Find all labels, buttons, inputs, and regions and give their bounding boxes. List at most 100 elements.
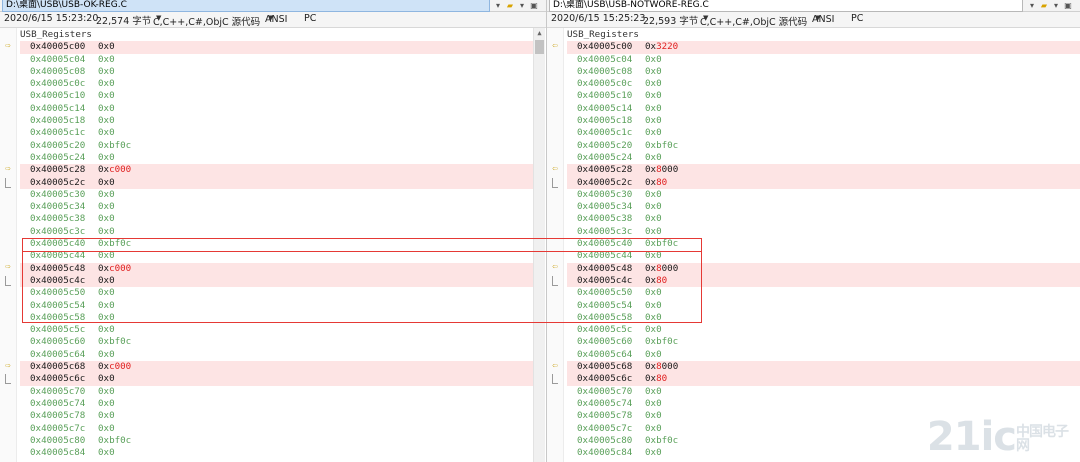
code-line: 0x40005c18 0x0 — [567, 115, 1080, 127]
register-address: 0x40005c0c — [30, 78, 86, 90]
register-value: 0x0 — [98, 188, 115, 200]
right-file-path[interactable]: D:\桌面\USB\USB-NOTWORE-REG.C — [549, 0, 1023, 12]
code-line: 0x40005c20 0xbf0c — [567, 140, 1080, 152]
diff-bracket-icon — [552, 177, 558, 188]
register-value: 0x0 — [645, 410, 662, 422]
diff-arrow-icon[interactable]: ⇦ — [549, 361, 561, 371]
register-address: 0x40005c28 — [30, 164, 86, 176]
register-value: 0x0 — [98, 65, 115, 77]
diff-arrow-icon[interactable]: ⇨ — [2, 262, 14, 272]
code-line: 0x40005c60 0xbf0c — [20, 336, 534, 348]
left-gutter — [0, 28, 17, 462]
left-file-size: 22,574 字节 — [96, 16, 152, 27]
register-address: 0x40005c78 — [30, 410, 86, 422]
code-line: 0x40005c74 0x0 — [20, 398, 534, 410]
left-scroll-thumb[interactable] — [535, 40, 544, 54]
register-address: 0x40005c7c — [577, 422, 633, 434]
register-value: 0xc000 — [98, 164, 132, 176]
code-line: 0x40005c38 0x0 — [20, 213, 534, 225]
register-address: 0x40005c0c — [577, 78, 633, 90]
code-line: 0x40005c34 0x0 — [567, 201, 1080, 213]
register-address: 0x40005c20 — [577, 139, 633, 151]
folder-icon[interactable]: ▰ — [1039, 1, 1049, 11]
register-address: 0x40005c74 — [30, 397, 86, 409]
code-line: 0x40005c08 0x0 — [567, 66, 1080, 78]
register-address: 0x40005c60 — [30, 336, 86, 348]
register-value: 0x0 — [98, 213, 115, 225]
diff-arrow-icon[interactable]: ⇨ — [2, 361, 14, 371]
annotation-box-upper — [22, 238, 702, 252]
code-line: 0x40005c64 0x0 — [20, 349, 534, 361]
register-address: 0x40005c10 — [577, 90, 633, 102]
code-line: 0x40005c6c 0x0 — [20, 373, 534, 386]
register-address: 0x40005c80 — [577, 434, 633, 446]
code-line: 0x40005c14 0x0 — [567, 103, 1080, 115]
register-value: 0x80 — [645, 176, 668, 188]
register-address: 0x40005c7c — [30, 422, 86, 434]
left-file-path[interactable]: D:\桌面\USB\USB-OK-REG.C — [2, 0, 490, 12]
save-icon[interactable]: ▣ — [1063, 1, 1073, 11]
right-info-bar: 2020/6/15 15:25:23 22,593 字节 C,C++,C#,Ob… — [547, 12, 1080, 28]
scroll-up-icon[interactable]: ▲ — [535, 29, 544, 38]
diff-arrow-icon[interactable]: ⇨ — [2, 41, 14, 51]
register-value: 0x0 — [98, 373, 115, 385]
register-address: 0x40005c04 — [577, 53, 633, 65]
register-address: 0x40005c30 — [30, 188, 86, 200]
save-icon[interactable]: ▣ — [529, 1, 539, 11]
code-line: 0x40005c10 0x0 — [20, 90, 534, 102]
register-value: 0x0 — [98, 90, 115, 102]
register-value: 0x3220 — [645, 41, 679, 53]
register-value: 0x0 — [645, 127, 662, 139]
register-value: 0x0 — [645, 422, 662, 434]
code-line: 0x40005c24 0x0 — [567, 152, 1080, 164]
code-line: 0x40005c70 0x0 — [20, 386, 534, 398]
code-line: 0x40005c84 0x0 — [20, 447, 534, 459]
chevron-down-icon[interactable]: ▾ — [493, 1, 503, 11]
register-value: 0x0 — [98, 397, 115, 409]
chevron-down-icon[interactable]: ▾ — [1027, 1, 1037, 11]
diff-arrow-icon[interactable]: ⇨ — [2, 164, 14, 174]
changed-chars: c000 — [109, 164, 132, 176]
chevron-down-icon[interactable]: ▾ — [1051, 1, 1061, 11]
chevron-down-icon: ▼ — [268, 14, 274, 22]
register-value: 0x0 — [645, 324, 662, 336]
register-address: 0x40005c3c — [577, 225, 633, 237]
left-path-tools: ▾ ▰ ▾ ▣ — [493, 0, 539, 11]
changed-chars: 3220 — [656, 41, 679, 53]
code-line: 0x40005c20 0xbf0c — [20, 140, 534, 152]
code-line: 0x40005c0c 0x0 — [567, 78, 1080, 90]
register-address: 0x40005c2c — [577, 176, 633, 188]
register-address: 0x40005c5c — [577, 324, 633, 336]
code-line: 0x40005c18 0x0 — [20, 115, 534, 127]
register-address: 0x40005c6c — [577, 373, 633, 385]
register-value: 0x0 — [98, 53, 115, 65]
register-address: 0x40005c80 — [30, 434, 86, 446]
register-address: 0x40005c08 — [30, 65, 86, 77]
code-line: 0x40005c5c 0x0 — [567, 324, 1080, 336]
diff-arrow-icon[interactable]: ⇦ — [549, 41, 561, 51]
folder-icon[interactable]: ▰ — [505, 1, 515, 11]
code-line: 0x40005c3c 0x0 — [20, 226, 534, 238]
right-eol-label: PC — [851, 13, 864, 24]
code-line: 0x40005c2c 0x80 — [567, 176, 1080, 189]
code-line: 0x40005c1c 0x0 — [567, 127, 1080, 139]
register-address: 0x40005c04 — [30, 53, 86, 65]
right-file-date: 2020/6/15 15:25:23 — [551, 13, 646, 24]
register-address: 0x40005c18 — [577, 115, 633, 127]
register-value: 0xbf0c — [98, 139, 132, 151]
register-address: 0x40005c00 — [577, 41, 633, 53]
register-value: 0x0 — [645, 102, 662, 114]
code-line: 0x40005c38 0x0 — [567, 213, 1080, 225]
register-address: 0x40005c64 — [577, 348, 633, 360]
register-address: 0x40005c78 — [577, 410, 633, 422]
register-address: 0x40005c10 — [30, 90, 86, 102]
register-value: 0x0 — [645, 151, 662, 163]
diff-arrow-icon[interactable]: ⇦ — [549, 164, 561, 174]
register-address: 0x40005c84 — [30, 447, 86, 459]
chevron-down-icon[interactable]: ▾ — [517, 1, 527, 11]
left-file-date: 2020/6/15 15:23:20 — [4, 13, 99, 24]
register-value: 0x80 — [645, 373, 668, 385]
register-value: 0x0 — [98, 385, 115, 397]
register-value: 0x0 — [98, 41, 115, 53]
code-line: 0x40005c24 0x0 — [20, 152, 534, 164]
